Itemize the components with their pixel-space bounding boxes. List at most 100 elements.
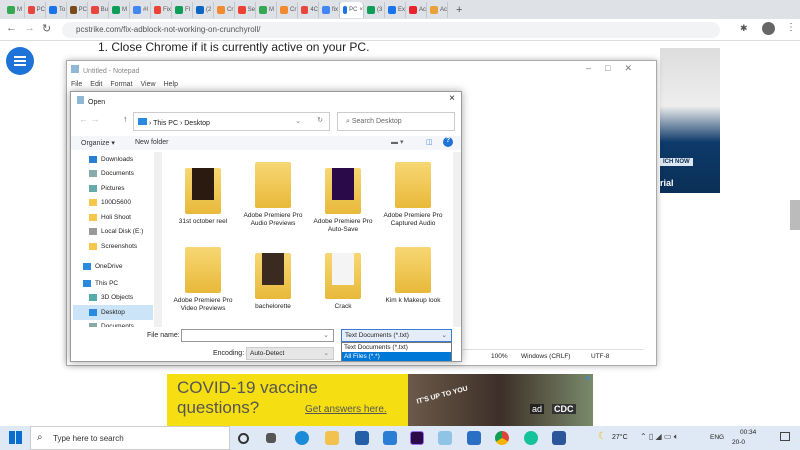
word-icon[interactable] xyxy=(552,431,566,445)
page-scrollbar[interactable] xyxy=(790,200,800,230)
file-type-select[interactable]: Text Documents (*.txt) ⌄ xyxy=(341,329,452,342)
option-all-files[interactable]: All Files (*.*) xyxy=(342,352,451,361)
browser-tab[interactable]: M xyxy=(109,1,130,18)
cortana-icon[interactable] xyxy=(238,433,249,444)
file-item[interactable]: Adobe Premiere Pro Auto-Save xyxy=(308,162,378,234)
nav-item[interactable]: Local Disk (E:) xyxy=(73,225,153,240)
encoding-select[interactable]: Auto-Detect ⌄ xyxy=(246,347,334,360)
forward-icon[interactable]: → xyxy=(24,22,35,34)
file-explorer-icon[interactable] xyxy=(325,431,339,445)
nav-item[interactable]: Documents xyxy=(73,320,153,327)
file-item[interactable]: 31st october reel xyxy=(168,162,238,226)
browser-tab[interactable]: Se xyxy=(235,1,256,18)
new-tab-button[interactable]: + xyxy=(456,4,462,16)
premiere-icon[interactable] xyxy=(410,431,424,445)
notepad-taskbar-icon[interactable] xyxy=(438,431,452,445)
side-ad[interactable]: ICH NOW rial xyxy=(660,48,720,193)
file-scrollbar[interactable] xyxy=(453,152,461,327)
edge-icon[interactable] xyxy=(295,431,309,445)
file-item[interactable]: bachelorette xyxy=(238,247,308,311)
browser-tab[interactable]: (2 xyxy=(193,1,214,18)
chevron-down-icon[interactable]: ⌄ xyxy=(323,331,329,339)
grammarly-icon[interactable] xyxy=(524,431,538,445)
clock-time[interactable]: 00:34 xyxy=(740,429,756,436)
preview-pane-icon[interactable]: ◫ xyxy=(426,138,433,146)
browser-tab[interactable]: PC × xyxy=(340,1,364,18)
menu-format[interactable]: Format xyxy=(110,81,132,88)
language-indicator[interactable]: ENG xyxy=(710,434,724,441)
back-icon[interactable]: ← xyxy=(6,22,17,34)
close-button[interactable]: × xyxy=(449,93,455,104)
menu-view[interactable]: View xyxy=(141,81,156,88)
menu-edit[interactable]: Edit xyxy=(90,81,102,88)
notifications-icon[interactable] xyxy=(780,432,790,441)
browser-tab[interactable]: Fix xyxy=(151,1,172,18)
hamburger-menu-button[interactable] xyxy=(6,47,34,75)
reload-icon[interactable]: ↻ xyxy=(42,22,51,35)
browser-tab[interactable]: Ac xyxy=(427,1,448,18)
help-icon[interactable]: ? xyxy=(443,137,453,147)
mail-icon[interactable] xyxy=(383,431,397,445)
browser-tab[interactable]: Bu xyxy=(88,1,109,18)
browser-tab[interactable]: fix xyxy=(319,1,340,18)
back-icon[interactable]: ← → xyxy=(79,114,100,124)
up-icon[interactable]: ↑ xyxy=(123,114,128,124)
nav-item[interactable]: Holi Shoot xyxy=(73,210,153,225)
nav-item[interactable]: Pictures xyxy=(73,181,153,196)
windows-start-icon[interactable] xyxy=(9,431,22,444)
file-name-input[interactable]: ⌄ xyxy=(181,329,334,342)
view-options-icon[interactable]: ▬ ▾ xyxy=(391,138,403,146)
menu-help[interactable]: Help xyxy=(164,81,178,88)
url-input[interactable]: pcstrike.com/fix-adblock-not-working-on-… xyxy=(62,22,720,38)
clock-date[interactable]: 20-0 xyxy=(732,439,745,446)
browser-tab[interactable]: FI xyxy=(172,1,193,18)
search-input[interactable]: ⌕ Search Desktop xyxy=(337,112,455,131)
file-item[interactable]: Kim k Makeup look xyxy=(378,247,448,305)
new-folder-button[interactable]: New folder xyxy=(135,139,168,146)
breadcrumb-this-pc[interactable]: This PC xyxy=(153,120,178,127)
extensions-icon[interactable]: ✱ xyxy=(740,23,748,34)
ad-link[interactable]: Get answers here. xyxy=(305,404,387,415)
nav-item[interactable]: Documents xyxy=(73,167,153,182)
nav-item[interactable]: Desktop xyxy=(73,305,153,320)
window-controls[interactable]: –□✕ xyxy=(586,63,646,74)
avatar[interactable] xyxy=(762,22,775,35)
browser-tab[interactable]: Cr xyxy=(277,1,298,18)
browser-tab[interactable]: (3 xyxy=(364,1,385,18)
file-item[interactable]: Adobe Premiere Pro Video Previews xyxy=(168,247,238,313)
tray-icons[interactable]: ⌃ ▯ ◢ ▭ 🔈︎ xyxy=(640,432,679,442)
file-item[interactable]: Adobe Premiere Pro Captured Audio xyxy=(378,162,448,228)
nav-item[interactable]: OneDrive xyxy=(73,260,153,275)
nav-item[interactable]: 100D5600 xyxy=(73,196,153,211)
browser-tab[interactable]: #I xyxy=(130,1,151,18)
browser-tab[interactable]: PC xyxy=(67,1,88,18)
browser-tab[interactable]: Ex xyxy=(385,1,406,18)
browser-tab[interactable]: 4C xyxy=(298,1,319,18)
chevron-down-icon[interactable]: ⌄ xyxy=(295,117,301,125)
nav-item[interactable]: 3D Objects xyxy=(73,291,153,306)
path-breadcrumb[interactable]: › This PC › Desktop ⌄ ↻ xyxy=(133,112,330,131)
nav-item[interactable]: Downloads xyxy=(73,152,153,167)
browser-tab[interactable]: Cr xyxy=(214,1,235,18)
browser-tab[interactable]: M xyxy=(256,1,277,18)
file-item[interactable]: Adobe Premiere Pro Audio Previews xyxy=(238,162,308,228)
browser-tab[interactable]: M xyxy=(4,1,25,18)
store-icon[interactable] xyxy=(355,431,369,445)
nav-item[interactable]: Screenshots xyxy=(73,239,153,254)
option-text-documents[interactable]: Text Documents (*.txt) xyxy=(342,343,451,352)
browser-tab[interactable]: To xyxy=(46,1,67,18)
browser-tab[interactable]: PC xyxy=(25,1,46,18)
chrome-icon[interactable] xyxy=(495,431,509,445)
weather-text[interactable]: 27°C xyxy=(612,434,628,441)
tab-close-icon[interactable]: × xyxy=(359,7,363,13)
menu-file[interactable]: File xyxy=(71,81,82,88)
photos-icon[interactable] xyxy=(467,431,481,445)
organize-button[interactable]: Organize ▾ xyxy=(81,139,115,147)
nav-item[interactable]: This PC xyxy=(73,276,153,291)
menu-icon[interactable]: ⋮ xyxy=(786,22,796,33)
covid-ad-banner[interactable]: COVID-19 vaccine questions? Get answers … xyxy=(167,374,593,426)
breadcrumb-desktop[interactable]: Desktop xyxy=(184,120,210,127)
taskbar-search[interactable]: ⌕ Type here to search xyxy=(30,426,230,450)
file-item[interactable]: Crack xyxy=(308,247,378,311)
task-view-icon[interactable] xyxy=(266,433,276,443)
